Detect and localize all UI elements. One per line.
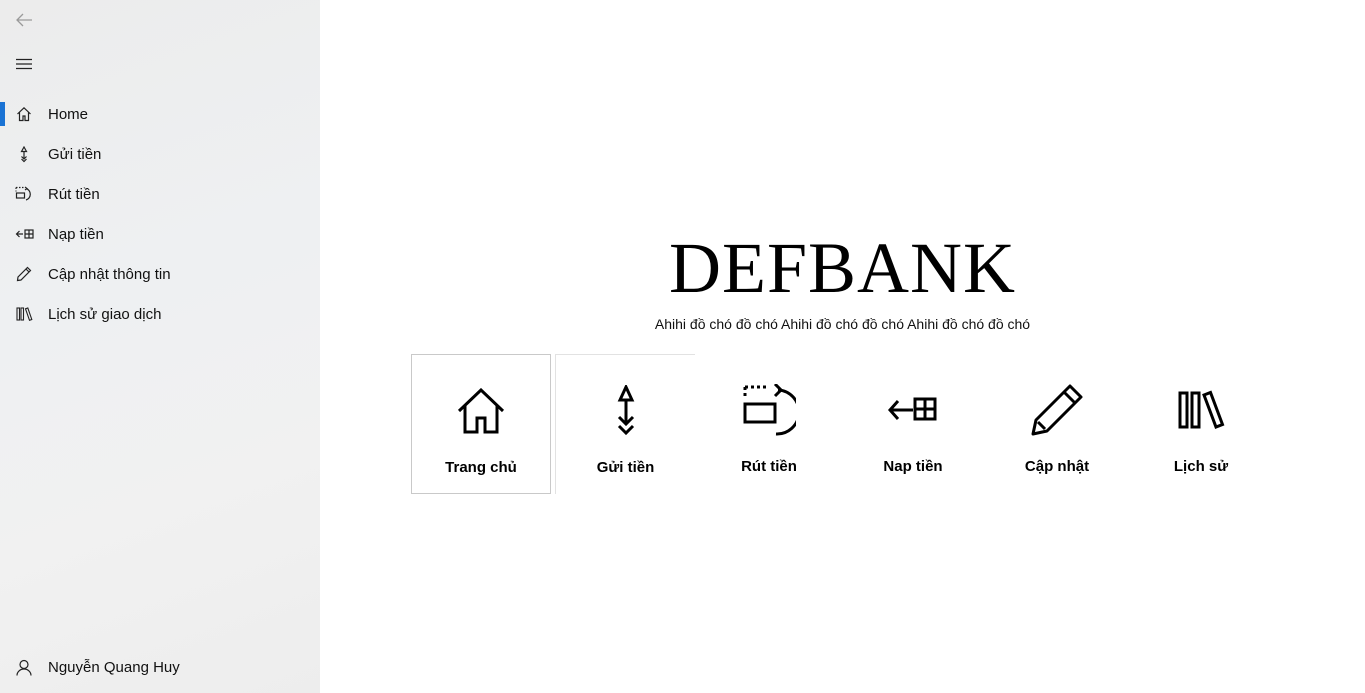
sidebar-item-withdraw[interactable]: Rút tiền — [0, 174, 320, 214]
sidebar-item-label: Nạp tiền — [48, 225, 104, 243]
nav-list: Home Gửi tiền Rút tiền Nạp tiền Cập nhật… — [0, 94, 320, 334]
tile-deposit[interactable]: Nap tiền — [843, 354, 983, 494]
sidebar-item-label: Home — [48, 105, 89, 123]
home-icon — [451, 383, 511, 439]
sidebar: Home Gửi tiền Rút tiền Nạp tiền Cập nhật… — [0, 0, 320, 693]
page-subtitle: Ahihi đồ chó đồ chó Ahihi đồ chó đồ chó … — [654, 316, 1031, 332]
tile-update[interactable]: Cập nhật — [987, 354, 1127, 494]
tile-label: Lịch sử — [1173, 458, 1229, 475]
withdraw-icon — [739, 382, 799, 438]
sidebar-user-account[interactable]: Nguyễn Quang Huy — [0, 647, 320, 687]
withdraw-icon — [14, 185, 34, 203]
tile-history[interactable]: Lịch sử — [1131, 354, 1271, 494]
sidebar-item-history[interactable]: Lịch sử giao dịch — [0, 294, 320, 334]
sidebar-item-home[interactable]: Home — [0, 94, 320, 134]
sidebar-item-deposit[interactable]: Nạp tiền — [0, 214, 320, 254]
tile-home[interactable]: Trang chủ — [411, 354, 551, 494]
tile-send[interactable]: Gửi tiền — [555, 354, 695, 494]
pencil-icon — [1027, 382, 1087, 438]
sidebar-item-label: Lịch sử giao dịch — [48, 305, 162, 323]
page-title: DEFBANK — [668, 228, 1017, 308]
user-name: Nguyễn Quang Huy — [48, 658, 180, 676]
sidebar-item-update-info[interactable]: Cập nhật thông tin — [0, 254, 320, 294]
sidebar-item-label: Rút tiền — [48, 185, 100, 203]
deposit-icon — [14, 225, 34, 243]
send-arrow-icon — [596, 383, 656, 439]
library-icon — [14, 305, 34, 323]
send-arrow-icon — [14, 145, 34, 163]
sidebar-item-send[interactable]: Gửi tiền — [0, 134, 320, 174]
hamburger-icon — [16, 58, 32, 70]
back-button[interactable] — [0, 0, 48, 40]
tile-withdraw[interactable]: Rút tiền — [699, 354, 839, 494]
tile-label: Nap tiền — [883, 458, 943, 475]
pencil-icon — [14, 265, 34, 283]
main-content: DEFBANK Ahihi đồ chó đồ chó Ahihi đồ chó… — [320, 0, 1365, 693]
tile-label: Cập nhật — [1024, 458, 1090, 475]
hamburger-menu-button[interactable] — [0, 44, 48, 84]
home-icon — [14, 105, 34, 123]
library-icon — [1171, 382, 1231, 438]
user-icon — [14, 658, 34, 676]
tile-label: Gửi tiền — [596, 459, 655, 476]
back-arrow-icon — [16, 13, 32, 27]
sidebar-item-label: Cập nhật thông tin — [48, 265, 171, 283]
tile-label: Rút tiền — [741, 458, 797, 475]
tile-label: Trang chủ — [445, 459, 517, 476]
deposit-icon — [883, 382, 943, 438]
sidebar-item-label: Gửi tiền — [48, 145, 102, 163]
